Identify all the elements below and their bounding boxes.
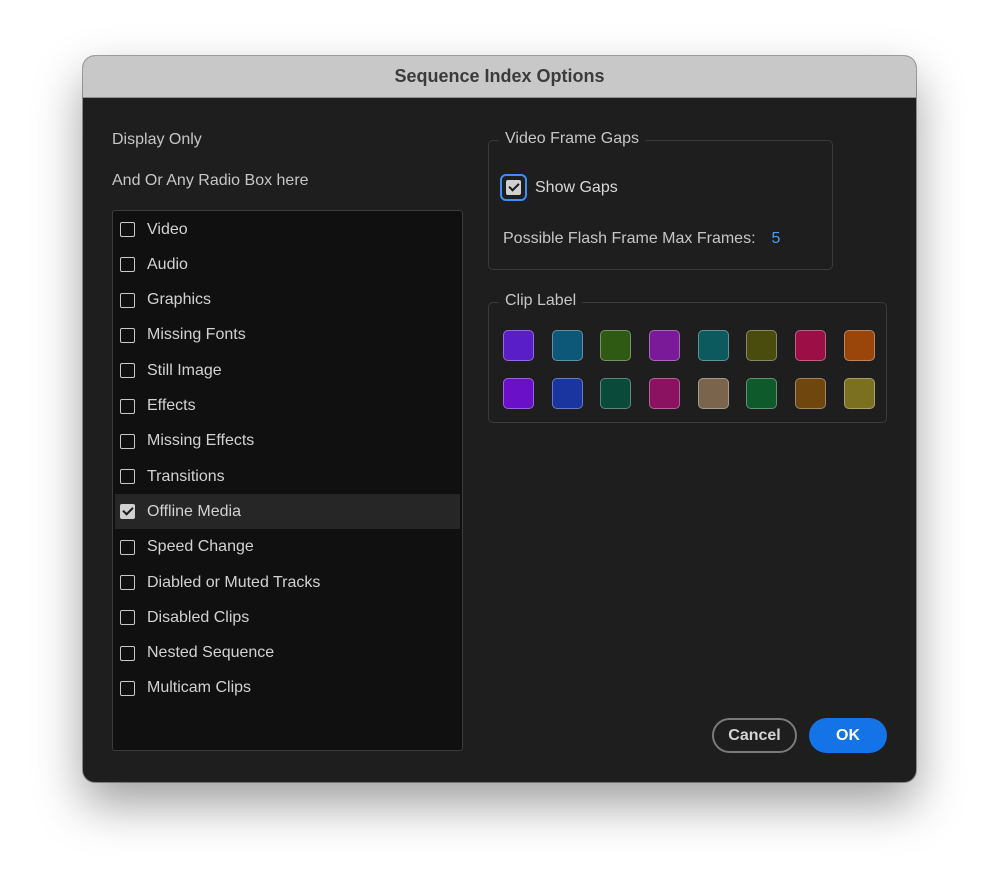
clip-label-swatch[interactable] bbox=[843, 378, 875, 409]
display-only-heading: Display Only bbox=[112, 131, 202, 148]
clip-label-swatch[interactable] bbox=[795, 330, 827, 361]
radio-box-hint: And Or Any Radio Box here bbox=[112, 172, 309, 189]
filter-checkbox[interactable] bbox=[120, 680, 135, 696]
cancel-button[interactable]: Cancel bbox=[712, 718, 797, 753]
filter-checkbox[interactable] bbox=[120, 645, 135, 661]
filter-checkbox[interactable] bbox=[120, 327, 135, 343]
filter-option-label: Missing Effects bbox=[147, 432, 255, 450]
filter-option-label: Still Image bbox=[147, 361, 222, 379]
show-gaps-option[interactable]: Show Gaps bbox=[500, 174, 618, 201]
show-gaps-focus-ring bbox=[500, 174, 527, 201]
filter-option-label: Speed Change bbox=[147, 538, 254, 556]
clip-label-swatch[interactable] bbox=[551, 378, 583, 409]
filter-checkbox[interactable] bbox=[120, 504, 135, 520]
filter-option-row[interactable]: Missing Effects bbox=[115, 424, 460, 459]
clip-label-swatch[interactable] bbox=[503, 330, 534, 361]
flash-frame-row: Possible Flash Frame Max Frames: 5 bbox=[503, 230, 780, 248]
flash-frame-label: Possible Flash Frame Max Frames: bbox=[503, 230, 756, 247]
filter-option-row[interactable]: Effects bbox=[115, 389, 460, 424]
clip-label-swatch[interactable] bbox=[697, 378, 729, 409]
ok-button[interactable]: OK bbox=[809, 718, 887, 753]
filter-option-row[interactable]: Diabled or Muted Tracks bbox=[115, 565, 460, 600]
filter-option-row[interactable]: Speed Change bbox=[115, 530, 460, 565]
filter-option-label: Audio bbox=[147, 255, 188, 273]
dialog-title-bar: Sequence Index Options bbox=[83, 56, 916, 98]
clip-label-swatch-grid bbox=[503, 330, 875, 409]
filter-option-label: Video bbox=[147, 220, 188, 238]
filter-option-label: Diabled or Muted Tracks bbox=[147, 573, 321, 591]
clip-label-swatch[interactable] bbox=[649, 378, 681, 409]
filter-checkbox[interactable] bbox=[120, 398, 135, 414]
show-gaps-checkbox[interactable] bbox=[506, 180, 521, 195]
filter-option-label: Graphics bbox=[147, 291, 212, 309]
filter-option-row[interactable]: Transitions bbox=[115, 459, 460, 494]
filter-checkbox[interactable] bbox=[120, 363, 135, 379]
filter-checkbox[interactable] bbox=[120, 257, 135, 273]
filter-option-row[interactable]: Multicam Clips bbox=[115, 671, 460, 706]
filter-option-label: Missing Fonts bbox=[147, 326, 246, 344]
filter-option-label: Effects bbox=[147, 397, 196, 414]
dialog-title: Sequence Index Options bbox=[394, 66, 605, 86]
filter-option-row[interactable]: Still Image bbox=[115, 353, 460, 388]
clip-label-swatch[interactable] bbox=[795, 378, 827, 409]
filter-option-row[interactable]: Disabled Clips bbox=[115, 600, 460, 635]
clip-label-swatch[interactable] bbox=[551, 330, 583, 361]
filter-checkbox[interactable] bbox=[120, 222, 135, 237]
filter-option-row[interactable]: Nested Sequence bbox=[115, 636, 460, 671]
clip-label-swatch[interactable] bbox=[600, 330, 632, 361]
filter-option-row[interactable]: Missing Fonts bbox=[115, 318, 460, 353]
filter-option-row[interactable]: Graphics bbox=[115, 283, 460, 318]
display-filter-list: Video Audio Graphics Missing Fonts Still Ima… bbox=[112, 210, 463, 751]
clip-label-swatch[interactable] bbox=[746, 378, 778, 409]
video-frame-gaps-group: Video Frame Gaps Show Gaps Possible Flas… bbox=[488, 130, 833, 270]
filter-option-row[interactable]: Video bbox=[115, 212, 460, 247]
clip-label-group: Clip Label bbox=[488, 292, 887, 423]
filter-checkbox[interactable] bbox=[120, 539, 135, 555]
clip-label-swatch[interactable] bbox=[649, 330, 681, 361]
clip-label-swatch[interactable] bbox=[697, 330, 729, 361]
show-gaps-label: Show Gaps bbox=[535, 178, 618, 196]
filter-checkbox[interactable] bbox=[120, 292, 135, 308]
filter-option-label: Nested Sequence bbox=[147, 644, 275, 662]
filter-checkbox[interactable] bbox=[120, 469, 135, 485]
clip-label-swatch[interactable] bbox=[503, 378, 534, 409]
filter-option-row[interactable]: Audio bbox=[115, 247, 460, 282]
sequence-index-options-dialog: Sequence Index Options Display Only And … bbox=[83, 56, 916, 782]
filter-option-row[interactable]: Offline Media bbox=[115, 494, 460, 530]
clip-label-swatch[interactable] bbox=[843, 330, 875, 361]
clip-label-legend: Clip Label bbox=[499, 292, 583, 310]
filter-checkbox[interactable] bbox=[120, 433, 135, 449]
filter-option-label: Offline Media bbox=[147, 502, 241, 520]
flash-frame-value[interactable]: 5 bbox=[772, 230, 781, 248]
filter-checkbox[interactable] bbox=[120, 575, 135, 590]
clip-label-swatch[interactable] bbox=[600, 378, 632, 409]
clip-label-swatch[interactable] bbox=[746, 330, 778, 361]
filter-option-label: Disabled Clips bbox=[147, 608, 250, 626]
filter-option-label: Transitions bbox=[147, 467, 225, 485]
video-frame-gaps-legend: Video Frame Gaps bbox=[499, 130, 645, 148]
filter-checkbox[interactable] bbox=[120, 610, 135, 626]
filter-option-label: Multicam Clips bbox=[147, 679, 252, 697]
